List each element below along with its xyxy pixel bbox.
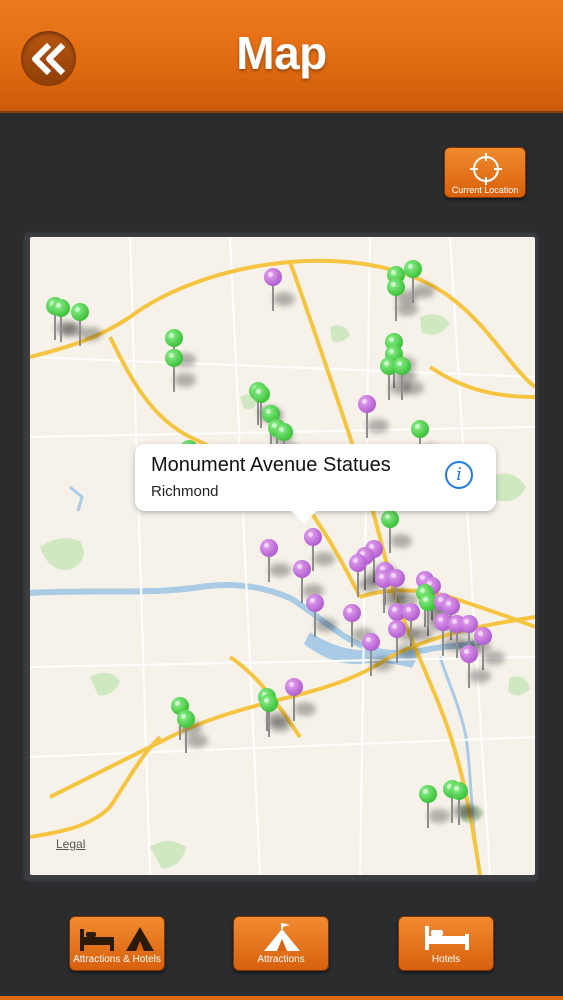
hotel-pin[interactable] xyxy=(419,785,450,831)
attraction-pin[interactable] xyxy=(260,539,291,585)
hotel-pin[interactable] xyxy=(165,349,196,395)
callout-subtitle: Richmond xyxy=(151,483,219,500)
bed-and-tent-icon xyxy=(80,927,154,951)
attraction-pin[interactable] xyxy=(343,604,374,650)
attraction-pin[interactable] xyxy=(460,645,491,691)
hotel-pin[interactable] xyxy=(450,782,481,828)
current-location-label: Current Location xyxy=(451,185,519,195)
hotel-pin[interactable] xyxy=(71,303,102,349)
bed-icon xyxy=(425,926,469,950)
pin-callout[interactable]: Monument Avenue Statues Richmond i xyxy=(135,444,496,511)
attraction-pin[interactable] xyxy=(349,554,380,600)
hotel-pin[interactable] xyxy=(260,694,291,740)
attraction-pin[interactable] xyxy=(362,633,393,679)
hotel-pin[interactable] xyxy=(177,710,208,756)
hotel-pin[interactable] xyxy=(393,357,424,403)
tab-attractions[interactable]: Attractions xyxy=(233,916,329,971)
hotel-pin[interactable] xyxy=(381,510,412,556)
attraction-pin[interactable] xyxy=(264,268,295,314)
hotel-pin[interactable] xyxy=(404,260,435,306)
page-title: Map xyxy=(236,27,327,79)
tab-attractions-hotels-label: Attractions & Hotels xyxy=(73,954,161,965)
tent-icon xyxy=(264,923,300,951)
header-bar: Map xyxy=(0,0,563,113)
map-view[interactable]: Legal xyxy=(30,237,535,875)
info-icon[interactable]: i xyxy=(445,461,473,489)
current-location-button[interactable]: Current Location xyxy=(444,147,526,198)
tab-hotels[interactable]: Hotels xyxy=(398,916,494,971)
tab-hotels-label: Hotels xyxy=(431,954,461,965)
tab-attractions-label: Attractions xyxy=(257,954,305,965)
legal-link[interactable]: Legal xyxy=(56,837,85,851)
attraction-pin[interactable] xyxy=(358,395,389,441)
bottom-accent-bar xyxy=(0,996,563,1000)
callout-title: Monument Avenue Statues xyxy=(151,454,391,476)
attraction-pin[interactable] xyxy=(306,594,337,640)
hotel-pin[interactable] xyxy=(52,299,83,345)
hotel-pin[interactable] xyxy=(387,278,418,324)
tab-attractions-hotels[interactable]: Attractions & Hotels xyxy=(69,916,165,971)
crosshair-icon xyxy=(470,153,502,185)
